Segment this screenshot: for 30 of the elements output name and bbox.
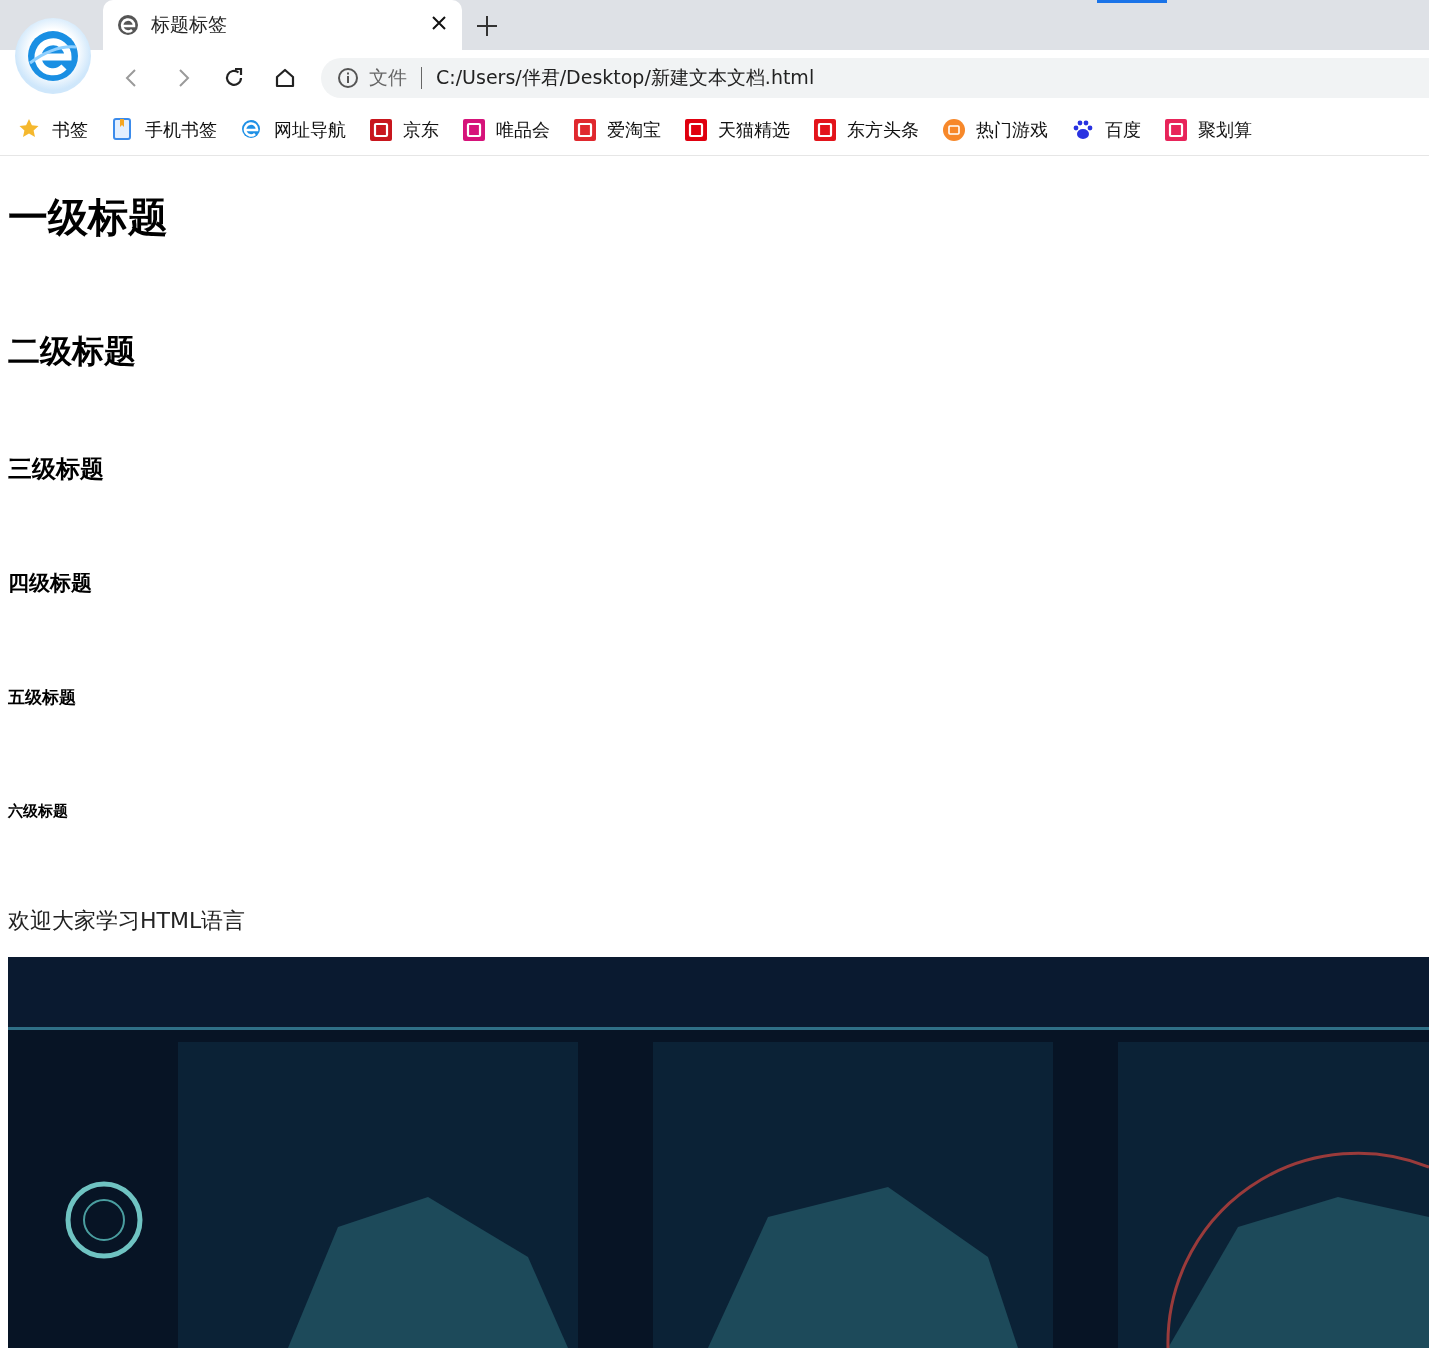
bookmark-link[interactable]: 手机书签 <box>111 118 217 142</box>
scheme-label: 文件 <box>369 64 407 90</box>
heading-level-2: 二级标题 <box>8 331 137 372</box>
bookmark-link[interactable]: 唯品会 <box>462 118 550 142</box>
bookmark-link[interactable]: 爱淘宝 <box>573 118 661 142</box>
browser-logo-icon[interactable] <box>14 17 92 95</box>
heading-level-3: 三级标题 <box>8 454 105 485</box>
heading-level-6: 六级标题 <box>8 801 69 822</box>
bookmark-link[interactable]: 热门游戏 <box>942 118 1048 142</box>
bookmark-link[interactable]: 天猫精选 <box>684 118 790 142</box>
heading-level-5: 五级标题 <box>8 686 77 709</box>
close-icon <box>430 14 448 32</box>
bookmark-link[interactable]: 京东 <box>369 118 439 142</box>
page-favicon-icon <box>117 14 139 36</box>
address-bar[interactable]: 文件 C:/Users/伴君/Desktop/新建文本文档.html <box>321 57 1429 98</box>
paragraph: 欢迎大家学习HTML语言 <box>8 907 247 935</box>
bookmark-link[interactable]: 网址导航 <box>240 118 346 142</box>
bookmark-link[interactable]: 百度 <box>1071 118 1141 142</box>
home-icon <box>273 66 296 89</box>
plus-icon <box>476 15 498 37</box>
bookmark-link[interactable]: 书签 <box>18 118 88 142</box>
url-text: C:/Users/伴君/Desktop/新建文本文档.html <box>436 64 815 90</box>
info-icon[interactable] <box>337 66 359 89</box>
bookmark-link[interactable]: 东方头条 <box>813 118 919 142</box>
heading-level-1: 一级标题 <box>8 193 169 242</box>
bookmark-link[interactable]: 聚划算 <box>1164 118 1252 142</box>
heading-level-4: 四级标题 <box>8 570 93 597</box>
browser-tab[interactable]: 标题标签 <box>103 0 462 50</box>
tab-title: 标题标签 <box>151 12 228 37</box>
accent-bar <box>1097 0 1167 3</box>
